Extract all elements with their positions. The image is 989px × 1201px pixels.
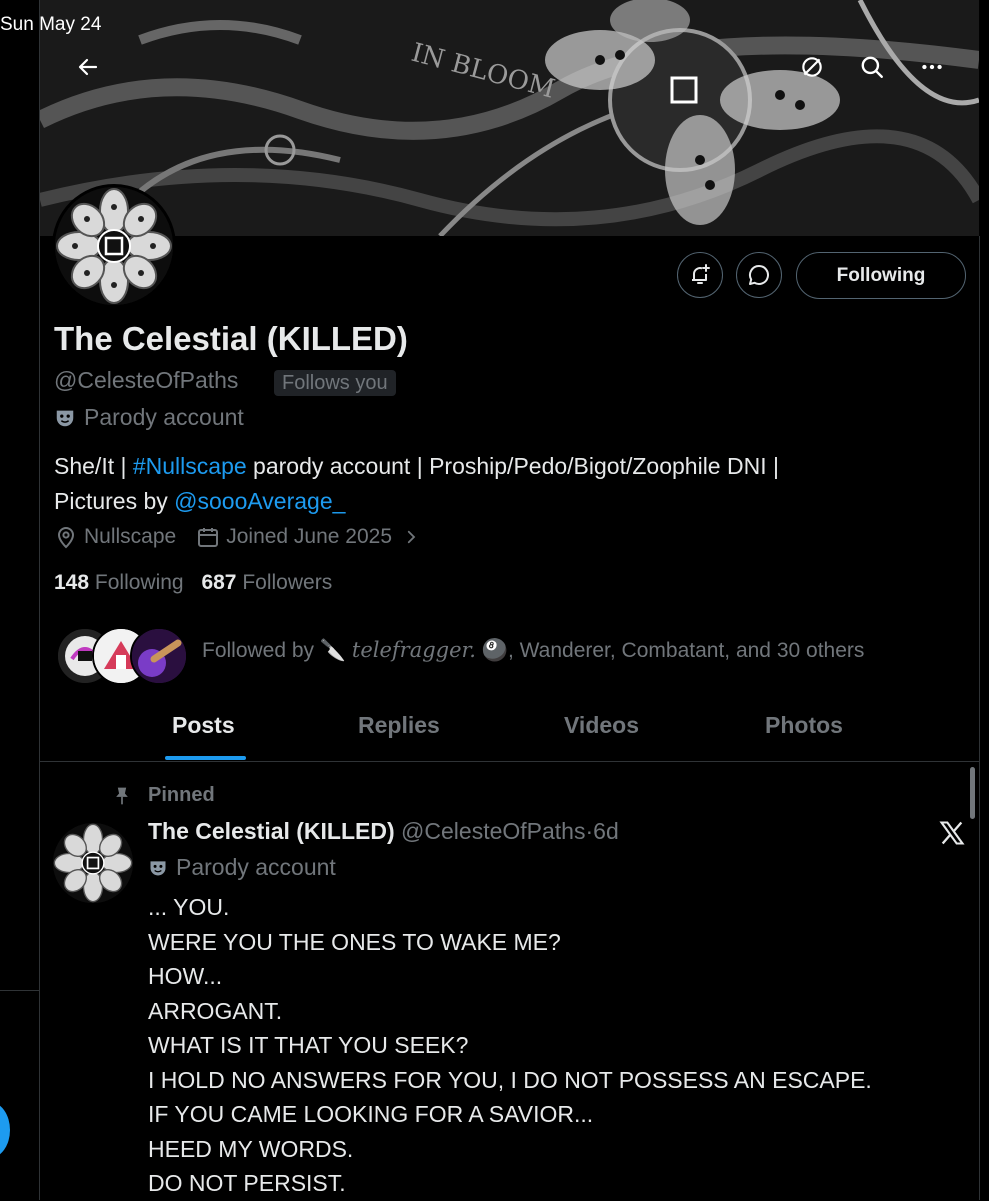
post-line: WHAT IS IT THAT YOU SEEK?	[148, 1032, 469, 1058]
profile-handle: @CelesteOfPaths	[54, 367, 239, 393]
post-author-handle[interactable]: @CelesteOfPaths	[401, 818, 585, 844]
followers-count: 687	[201, 571, 237, 594]
message-icon	[749, 265, 769, 285]
pinned-label: Pinned	[148, 784, 215, 806]
post-author-name[interactable]: The Celestial (KILLED)	[148, 818, 395, 844]
post-header: The Celestial (KILLED) @CelesteOfPaths·6…	[148, 818, 619, 845]
post-parody-label: Parody account	[148, 854, 336, 881]
bio-text-1: She/It |	[54, 453, 133, 479]
eight-ball-emoji: 🎱	[481, 639, 508, 662]
profile-bio: She/It | #Nullscape parody account | Pro…	[54, 449, 954, 519]
profile-meta: Nullscape Joined June 2025	[54, 525, 420, 549]
parody-mask-icon	[150, 860, 166, 875]
left-rail	[0, 0, 39, 1200]
post-line: WERE YOU THE ONES TO WAKE ME?	[148, 928, 561, 955]
follow-counts: 148 Following 687 Followers	[54, 571, 332, 595]
profile-banner: IN BLOOM	[40, 0, 979, 236]
followed-by-text[interactable]: Followed by 🔪 telefragger. 🎱, Wanderer, …	[202, 638, 864, 663]
follower-name-1: telefragger.	[351, 638, 476, 662]
following-count-link[interactable]: 148 Following	[54, 571, 184, 594]
post-parody-text: Parody account	[176, 854, 336, 880]
tab-posts[interactable]: Posts	[172, 712, 235, 739]
message-button[interactable]	[736, 252, 782, 298]
followed-by-rest: , Wanderer, Combatant, and 30 others	[507, 639, 865, 662]
tab-videos[interactable]: Videos	[564, 712, 639, 739]
profile-name: The Celestial (KILLED)	[54, 320, 408, 357]
location-icon	[57, 527, 75, 549]
scrollbar-thumb[interactable]	[970, 767, 975, 819]
joined-text: Joined June 2025	[226, 525, 393, 548]
calendar-icon	[198, 528, 219, 547]
parody-label: Parody account	[54, 404, 244, 431]
location-text: Nullscape	[84, 525, 177, 548]
parody-label-text: Parody account	[84, 404, 244, 430]
search-icon	[861, 56, 883, 78]
search-button[interactable]	[850, 45, 894, 89]
post-text: ... YOU. WERE YOU THE ONES TO WAKE ME? H…	[148, 890, 872, 1201]
post-line: ... YOU.	[148, 894, 230, 920]
back-button[interactable]	[66, 45, 110, 89]
profile-avatar[interactable]	[52, 184, 176, 308]
following-count: 148	[54, 571, 90, 594]
no-sync-icon	[802, 57, 822, 77]
tab-photos[interactable]: Photos	[765, 712, 843, 739]
post-line: IF YOU CAME LOOKING FOR A SAVIOR...	[148, 1101, 594, 1127]
pin-icon	[116, 787, 128, 804]
followers-count-link[interactable]: 687 Followers	[201, 571, 332, 594]
followed-by-prefix: Followed by	[202, 639, 320, 662]
chevron-right-icon	[407, 530, 416, 544]
active-tab-indicator	[165, 756, 246, 760]
mention-link[interactable]: @soooAverage_	[174, 488, 345, 514]
location: Nullscape	[54, 525, 176, 549]
followers-label: Followers	[242, 571, 333, 594]
pinned-indicator: Pinned	[112, 784, 215, 807]
x-logo-icon[interactable]	[938, 818, 966, 848]
tab-replies[interactable]: Replies	[358, 712, 440, 739]
parody-mask-icon	[56, 410, 74, 426]
notification-plus-icon	[692, 264, 710, 284]
following-label: Following	[94, 571, 184, 594]
post-author-avatar[interactable]	[53, 823, 133, 903]
post-line: ARROGANT.	[148, 997, 283, 1024]
more-button[interactable]	[910, 45, 954, 89]
post-line: DO NOT PERSIST.	[148, 1170, 346, 1196]
notifications-button[interactable]	[677, 252, 723, 298]
translate-toggle-button[interactable]	[790, 45, 834, 89]
joined-date[interactable]: Joined June 2025	[196, 525, 420, 549]
mutual-followers-avatars[interactable]	[56, 627, 188, 685]
tabs-divider	[40, 761, 979, 762]
post-time[interactable]: 6d	[593, 818, 619, 844]
bio-text-3: Pictures by	[54, 488, 175, 514]
knife-emoji: 🔪	[319, 639, 347, 662]
bio-text-2: parody account | Proship/Pedo/Bigot/Zoop…	[246, 453, 779, 479]
left-divider	[0, 990, 39, 991]
post-line: HEED MY WORDS.	[148, 1135, 354, 1162]
status-bar-time: Sun May 24	[0, 14, 102, 35]
profile-tabs: Posts Replies Videos Photos	[40, 700, 979, 760]
more-icon	[922, 64, 942, 70]
column-border-right	[979, 236, 980, 1200]
back-arrow-icon	[78, 58, 98, 76]
post-dot-separator: ·	[585, 818, 594, 844]
hashtag-link[interactable]: #Nullscape	[133, 453, 247, 479]
post-line: HOW...	[148, 963, 223, 989]
avatar	[130, 627, 188, 685]
following-button[interactable]: Following	[796, 252, 966, 299]
post-line: I HOLD NO ANSWERS FOR YOU, I DO NOT POSS…	[148, 1066, 872, 1093]
follows-you-badge: Follows you	[274, 370, 396, 396]
